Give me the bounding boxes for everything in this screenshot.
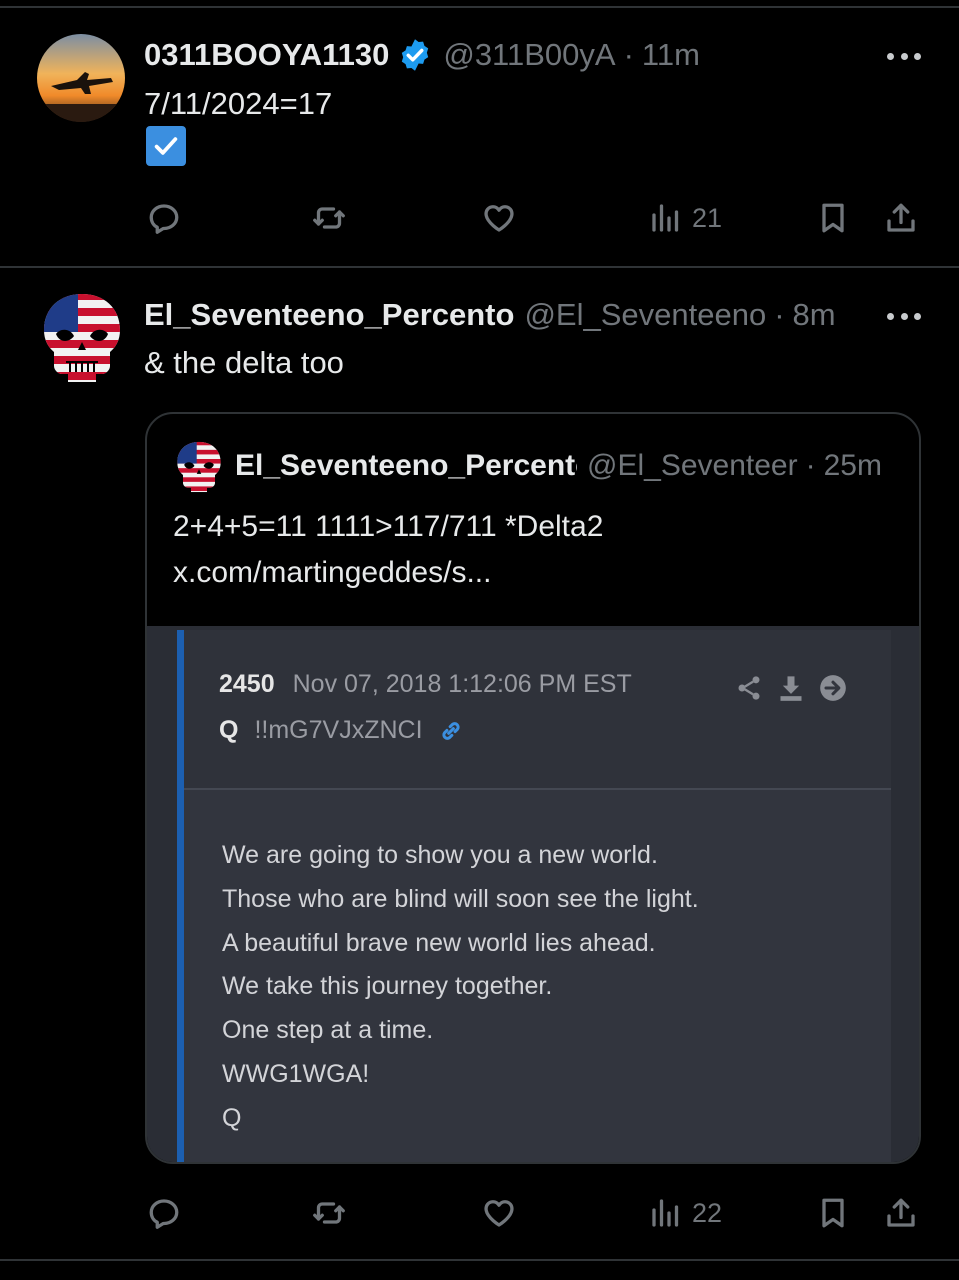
jet-sunset-avatar-image [37, 34, 125, 122]
post-line: A beautiful brave new world lies ahead. [222, 928, 656, 957]
repost-button[interactable] [311, 198, 347, 238]
views-button[interactable]: 22 [648, 1193, 722, 1233]
avatar[interactable] [37, 34, 125, 122]
action-bar: 22 [0, 1193, 959, 1233]
bookmark-icon [822, 203, 844, 233]
post-line: One step at a time. [222, 1016, 434, 1045]
post-line: WWG1WGA! [222, 1059, 370, 1088]
views-count: 21 [692, 202, 723, 233]
post-tripcode: !!mG7VJxZNCI [254, 716, 423, 744]
heart-icon [484, 1200, 514, 1227]
post-author: Q [219, 716, 239, 744]
separator: · [623, 37, 634, 72]
repost-icon [313, 207, 345, 229]
check-mark-button-icon [146, 126, 186, 166]
post-line: Q [222, 1103, 242, 1132]
quoted-tweet-text: 2+4+5=11 1111>117/711 *Delta2 x.com/mart… [173, 504, 603, 596]
bookmark-button[interactable] [815, 1193, 851, 1233]
post-number: 2450 [219, 670, 275, 698]
separator: · [774, 297, 785, 332]
quoted-avatar[interactable] [175, 440, 223, 494]
tweet-1[interactable]: 0311BOOYA1130 @311B00yA · 11m 7/11/2024=… [0, 0, 959, 266]
quoted-display-name[interactable]: El_Seventeeno_Percento [235, 446, 577, 486]
quoted-tweet-card[interactable]: El_Seventeeno_Percento @El_Seventeer · 2… [145, 412, 921, 1164]
post-line: We are going to show you a new world. [222, 841, 658, 869]
q-post-author: Q !!mG7VJxZNCI [219, 716, 465, 745]
quoted-media-image[interactable]: 2450 Nov 07, 2018 1:12:06 PM EST Q !!mG7… [147, 626, 919, 1162]
flag-skull-avatar-image [177, 441, 221, 493]
timestamp[interactable]: 11m [642, 35, 700, 75]
download-icon [780, 676, 802, 701]
display-name[interactable]: El_Seventeeno_Percento [144, 295, 514, 335]
post-line: Those who are blind will soon see the li… [222, 884, 699, 913]
arrow-circle-right-icon [820, 675, 846, 701]
views-count: 22 [692, 1197, 723, 1228]
avatar[interactable] [40, 292, 124, 384]
action-bar: 21 [0, 198, 959, 238]
quoted-tweet-header: El_Seventeeno_Percento @El_Seventeer · 2… [235, 446, 882, 486]
heart-icon [484, 205, 514, 232]
post-date: Nov 07, 2018 1:12:06 PM EST [292, 670, 632, 698]
repost-icon [313, 1202, 345, 1224]
flag-skull-avatar-image [44, 294, 120, 382]
tweet-header: El_Seventeeno_Percento @El_Seventeeno · … [144, 295, 836, 335]
tweet-text: & the delta too [144, 345, 344, 380]
share-icon [887, 203, 915, 232]
separator: · [805, 449, 816, 482]
more-options-icon[interactable] [887, 46, 921, 66]
more-options-icon[interactable] [887, 306, 921, 326]
bookmark-button[interactable] [815, 198, 851, 238]
share-button[interactable] [883, 1193, 919, 1233]
q-post-header: 2450 Nov 07, 2018 1:12:06 PM EST Q !!mG7… [184, 630, 891, 790]
q-post-body: We are going to show you a new world. Th… [222, 834, 862, 1141]
link-icon [437, 717, 465, 745]
quoted-timestamp[interactable]: 25m [824, 446, 882, 486]
quoted-link[interactable]: x.com/martingeddes/s... [173, 550, 603, 596]
views-chart-icon [652, 1199, 679, 1227]
share-nodes-icon [738, 676, 760, 700]
bookmark-icon [822, 1198, 844, 1228]
bottom-divider [0, 1259, 959, 1261]
verified-badge-icon [397, 37, 433, 73]
reply-button[interactable] [146, 1193, 182, 1233]
reply-button[interactable] [146, 198, 182, 238]
quoted-handle[interactable]: @El_Seventeer [587, 446, 798, 486]
repost-button[interactable] [311, 1193, 347, 1233]
share-button[interactable] [883, 198, 919, 238]
post-line: We take this journey together. [222, 972, 553, 1001]
timestamp[interactable]: 8m [793, 295, 836, 335]
handle[interactable]: @311B00yA [443, 35, 615, 75]
handle[interactable]: @El_Seventeeno [524, 295, 766, 335]
tweet-text: 7/11/2024=17 [144, 86, 333, 121]
like-button[interactable] [481, 1193, 517, 1233]
quoted-text-line: 2+4+5=11 1111>117/711 *Delta2 [173, 510, 604, 543]
q-post-meta: 2450 Nov 07, 2018 1:12:06 PM EST [219, 670, 632, 699]
reply-icon [149, 1199, 179, 1229]
share-icon [887, 1198, 915, 1227]
display-name[interactable]: 0311BOOYA1130 [144, 35, 389, 75]
tweet-header: 0311BOOYA1130 @311B00yA · 11m [144, 35, 700, 75]
q-post-icons [735, 674, 847, 702]
views-chart-icon [652, 204, 679, 232]
q-post-panel: 2450 Nov 07, 2018 1:12:06 PM EST Q !!mG7… [177, 630, 891, 1162]
like-button[interactable] [481, 198, 517, 238]
reply-icon [149, 204, 179, 234]
views-button[interactable]: 21 [648, 198, 722, 238]
